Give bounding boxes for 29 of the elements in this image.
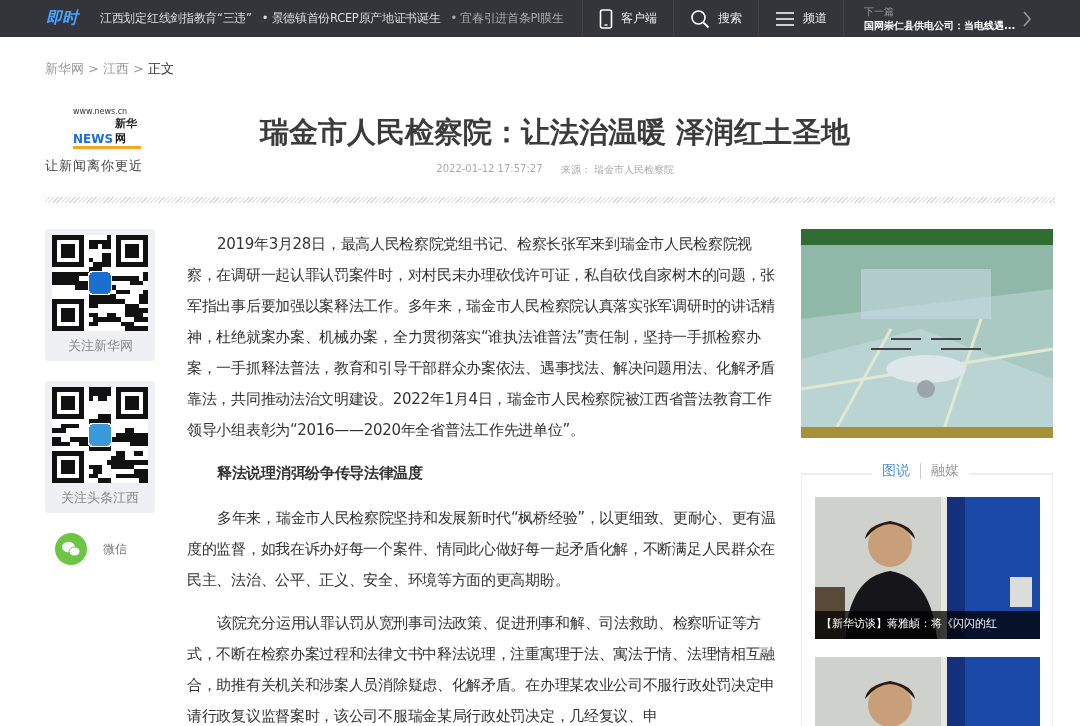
qr-caption: 关注头条江西 xyxy=(61,489,139,507)
breadcrumb-separator: > xyxy=(132,61,144,76)
logo-slogan: 让新闻离你更近 xyxy=(45,157,144,175)
news-ticker-link[interactable]: • 景德镇首份RCEP原产地证书诞生 xyxy=(261,11,441,26)
breadcrumb-separator: > xyxy=(88,61,99,76)
menu-icon xyxy=(775,10,795,27)
top-nav-link[interactable]: 客户端 xyxy=(583,0,674,37)
chevron-right-icon xyxy=(1022,10,1032,27)
article-paragraph: 该院充分运用认罪认罚从宽刑事司法政策、促进刑事和解、司法救助、检察听证等方式，不断在检察办案过程和法律文书中释法说理，注重寓理于法、寓法于情、法理情相互融合，助推有关机关和涉案人员消除疑虑、化解矛盾。在办理某农业公司不服行政处罚决定申请行政复议监督案时，该公司不服瑞金某局行政处罚决定，几经复议、申 xyxy=(187,613,776,726)
search-icon xyxy=(690,8,710,29)
top-nav-link[interactable]: 搜索 xyxy=(674,0,759,37)
qr-caption: 关注新华网 xyxy=(67,337,133,355)
site-logo[interactable]: 即时 xyxy=(46,8,100,29)
news-logo: www.news.cn NEWS 新华网 xyxy=(73,107,141,149)
wechat-share-link[interactable]: 微信 xyxy=(55,533,155,565)
section-heading: 释法说理消弭纷争传导法律温度 xyxy=(216,463,424,484)
breadcrumb-link[interactable]: 正文 xyxy=(147,59,174,78)
article-paragraph: 多年来，瑞金市人民检察院坚持和发展新时代“枫桥经验”，以更细致、更耐心、更有温度的监督，如我在诉办好每一个案件、情同此心做好每一起矛盾化解，不断满足人民群众在民主、法治、公平、正义、安全、环境等方面的更高期盼。 xyxy=(187,508,777,591)
photo-caption[interactable]: 【新华访谈】蒋雅頔：将《闪闪的红 xyxy=(815,611,1040,639)
news-ticker-link[interactable]: 江西划定红线剑指教育“三违” xyxy=(100,11,252,26)
publish-date: 2022-01-12 17:57:27 xyxy=(436,163,543,176)
news-ticker-link[interactable]: • 宜春引进首条PI膜生 xyxy=(450,11,564,26)
article-source: 来源： 瑞金市人民检察院 xyxy=(560,163,674,177)
article-paragraph: 2019年3月28日，最高人民检察院党组书记、检察长张军来到瑞金市人民检察院视察，在调研一起认罪认罚案件时，对村民未办理砍伐许可证，私自砍伐自家树木的问题，张军指出事后要加强以案释法工作。多年来，瑞金市人民检察院认真落实张军调研时的讲话精神，杜绝就案办案、机械办案，全力贯彻落实“谁执法谁普法”责任制，坚持一手抓检察办案，一手抓释法普法，教育和引导干部群众办案依法、遇事找法、解决问题用法、化解矛盾靠法，共同推动法治文明建设。2022年1月4日，瑞金市人民检察院被江西省普法教育工作领导小组表彰为“2016——2020年全省普法工作先进单位”。 xyxy=(187,234,776,441)
article-title: 瑞金市人民检察院：让法治温暖 泽润红土圣地 xyxy=(258,114,852,151)
phone-icon xyxy=(599,8,613,29)
wechat-icon xyxy=(55,533,87,565)
top-nav-link[interactable]: 频道 xyxy=(759,0,844,37)
sidebar-tab[interactable]: 图说 xyxy=(882,462,910,480)
